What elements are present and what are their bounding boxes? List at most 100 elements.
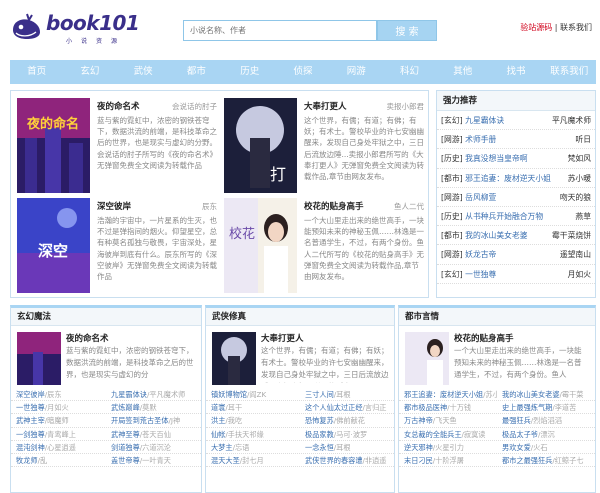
hot-item-title[interactable]: 一世独尊 — [465, 270, 496, 279]
nav-contact[interactable]: 联系我们 — [543, 60, 596, 84]
list-item-title[interactable]: 九星霸体诀 — [111, 390, 147, 399]
list-item-title[interactable]: 一剑独尊 — [16, 430, 45, 439]
list-item[interactable]: 我的冰山美女老婆/霉干菜 — [497, 388, 595, 400]
book-title[interactable]: 大奉打更人 — [304, 100, 347, 112]
list-item-title[interactable]: 极品家教 — [305, 430, 334, 439]
list-item-title[interactable]: 武侠世界的春容遭 — [305, 456, 363, 465]
list-item[interactable]: 洪主/我吃 — [206, 414, 300, 426]
list-item[interactable]: 镇妖博物馆/阎ZK — [206, 388, 300, 400]
nav-xuanhuan[interactable]: 玄幻 — [63, 60, 116, 84]
list-item[interactable]: 一世独尊/月如火 — [11, 401, 106, 413]
book-cover[interactable]: 深空 — [17, 198, 90, 293]
nav-wangyou[interactable]: 网游 — [330, 60, 383, 84]
list-item-title[interactable]: 史上最强炼气期 — [502, 403, 552, 412]
hot-item-title[interactable]: 岳风柳萱 — [465, 193, 496, 202]
category-feature[interactable]: 校花的贴身高手 一个大山里走出来的绝世高手，一块能预知未来的神秘玉佩……林逸是一… — [399, 326, 595, 386]
list-item[interactable]: 剑道独尊/六道沉沦 — [106, 441, 201, 453]
list-item-title[interactable]: 邪王追妻：废材逆天小姐 — [404, 390, 483, 399]
list-item[interactable]: 仙帐/手扶天祁缘 — [206, 428, 300, 440]
list-item-title[interactable]: 武神至尊 — [111, 430, 140, 439]
hot-item[interactable]: [历史] 我真没想当皇帝啊 梵如风 — [437, 149, 595, 169]
nav-kehuan[interactable]: 科幻 — [383, 60, 436, 84]
nav-zhaoshu[interactable]: 找书 — [489, 60, 542, 84]
list-item-title[interactable]: 道寰 — [211, 403, 225, 412]
list-item[interactable]: 牧龙师/乱 — [11, 454, 106, 466]
list-item[interactable]: 大梦主/忘语 — [206, 441, 300, 453]
list-item-title[interactable]: 大梦主 — [211, 443, 233, 452]
search-button[interactable]: 搜 索 — [377, 20, 437, 41]
category-feature[interactable]: 夜的命名术 蓝与紫的霓虹中，浓密的钢铁苍穹下，数据洪流的前端，是科技革命之后的世… — [11, 326, 201, 386]
featured-book[interactable]: 校花 校花的贴身高手 鱼人二代 一个大山里走出来的绝世高手，一块能预知未来的神秘… — [224, 198, 424, 296]
book-cover[interactable]: 校花 — [224, 198, 297, 293]
list-item-title[interactable]: 开局签到荒古圣体 — [111, 416, 169, 425]
book-title[interactable]: 大奉打更人 — [261, 332, 304, 344]
list-item-title[interactable]: 仙帐 — [211, 430, 225, 439]
list-item-title[interactable]: 盖世帝尊 — [111, 456, 140, 465]
book-title[interactable]: 夜的命名术 — [97, 100, 140, 112]
list-item[interactable]: 男欢女爱/火石 — [497, 441, 595, 453]
nav-qita[interactable]: 其他 — [436, 60, 489, 84]
list-item[interactable]: 武神主宰/暗魔师 — [11, 414, 106, 426]
hot-item[interactable]: [都市] 邪王追妻：废材逆天小姐 苏小暖 — [437, 169, 595, 188]
source-link[interactable]: 验站源码 — [520, 23, 552, 32]
hot-item[interactable]: [玄幻] 一世独尊 月如火 — [437, 265, 595, 284]
hot-item[interactable]: [玄幻] 九星霸体诀 平凡魔术师 — [437, 111, 595, 131]
list-item[interactable]: 一念永恒/耳根 — [300, 441, 394, 453]
list-item[interactable]: 最强狂兵/烈焰滔滔 — [497, 414, 595, 426]
book-cover[interactable]: 打 — [224, 98, 297, 193]
nav-lishi[interactable]: 历史 — [223, 60, 276, 84]
list-item-title[interactable]: 恐怖复苏 — [305, 416, 334, 425]
list-item[interactable]: 开局签到荒古圣体/J神 — [106, 414, 201, 426]
book-title[interactable]: 校花的贴身高手 — [454, 332, 514, 344]
list-item[interactable]: 深空彼岸/辰东 — [11, 388, 106, 400]
list-item-title[interactable]: 女总裁的全能兵王 — [404, 430, 462, 439]
list-item[interactable]: 都市极品医神/十万钱 — [399, 401, 497, 413]
hot-item[interactable]: [都市] 我的冰山美女老婆 霉干菜烧饼 — [437, 226, 595, 246]
list-item-title[interactable]: 我的冰山美女老婆 — [502, 390, 560, 399]
hot-item-title[interactable]: 九星霸体诀 — [465, 116, 504, 125]
featured-book[interactable]: 深空 深空彼岸 辰东 浩瀚的宇宙中，一片星系的生灭，也不过是弹指间的烟火。仰望星… — [17, 198, 217, 296]
list-item[interactable]: 恐怖复苏/佛前献花 — [300, 414, 394, 426]
nav-wuxia[interactable]: 武侠 — [117, 60, 170, 84]
list-item-title[interactable]: 都市极品医神 — [404, 403, 447, 412]
list-item[interactable]: 三寸人间/耳根 — [300, 388, 394, 400]
hot-item-title[interactable]: 从书种兵开始融合万物 — [465, 212, 543, 221]
hot-item[interactable]: [网游] 妖龙古帝 遥望南山 — [437, 245, 595, 265]
book-cover[interactable] — [212, 332, 256, 385]
list-item-title[interactable]: 逆天邪神 — [404, 443, 433, 452]
list-item-title[interactable]: 三寸人间 — [305, 390, 334, 399]
nav-home[interactable]: 首页 — [10, 60, 63, 84]
list-item-title[interactable]: 末日刁民 — [404, 456, 433, 465]
book-title[interactable]: 校花的贴身高手 — [304, 200, 364, 212]
list-item-title[interactable]: 洪主 — [211, 416, 225, 425]
list-item-title[interactable]: 混沌剑神 — [16, 443, 45, 452]
list-item-title[interactable]: 牧龙师 — [16, 456, 38, 465]
list-item[interactable]: 极品家教/马可·波罗 — [300, 428, 394, 440]
list-item[interactable]: 武神至尊/苍天百仙 — [106, 428, 201, 440]
list-item[interactable]: 万古神帝/飞天鱼 — [399, 414, 497, 426]
logo-text[interactable]: book101 — [46, 11, 140, 35]
logo-whale-icon[interactable] — [10, 12, 44, 42]
featured-book[interactable]: 夜的命名 夜的命名术 会说话的肘子 蓝与紫的霓虹中，浓密的钢铁苍穹下，数据洪流的… — [17, 98, 217, 196]
book-cover[interactable]: 夜的命名 — [17, 98, 90, 193]
category-feature[interactable]: 大奉打更人 这个世界，有儒；有道；有佛；有妖；有术士。警校毕业的许七安幽幽醒来，… — [206, 326, 394, 386]
list-item[interactable]: 逆天邪神/火星引力 — [399, 441, 497, 453]
book-title[interactable]: 深空彼岸 — [97, 200, 131, 212]
book-cover[interactable] — [405, 332, 449, 385]
list-item-title[interactable]: 混天大圣 — [211, 456, 240, 465]
hot-item-title[interactable]: 妖龙古帝 — [465, 250, 496, 259]
hot-item[interactable]: [网游] 术师手册 听日 — [437, 130, 595, 150]
hot-item[interactable]: [网游] 岳风柳萱 吻天的狼 — [437, 188, 595, 207]
list-item-title[interactable]: 一念永恒 — [305, 443, 334, 452]
list-item[interactable]: 邪王追妻：废材逆天小姐/苏小暖 — [399, 388, 497, 400]
hot-item[interactable]: [历史] 从书种兵开始融合万物 燕草 — [437, 207, 595, 227]
list-item-title[interactable]: 一世独尊 — [16, 403, 45, 412]
list-item[interactable]: 混沌剑神/心星逍遥 — [11, 441, 106, 453]
hot-item-title[interactable]: 我真没想当皇帝啊 — [465, 154, 527, 163]
list-item-title[interactable]: 这个人仙太过正经 — [305, 403, 363, 412]
list-item[interactable]: 九星霸体诀/平凡魔术师 — [106, 388, 201, 400]
list-item-title[interactable]: 深空彼岸 — [16, 390, 45, 399]
list-item-title[interactable]: 武炼巅峰 — [111, 403, 140, 412]
contact-link[interactable]: 联系我们 — [560, 23, 592, 32]
list-item-title[interactable]: 极品太子爷 — [502, 430, 538, 439]
